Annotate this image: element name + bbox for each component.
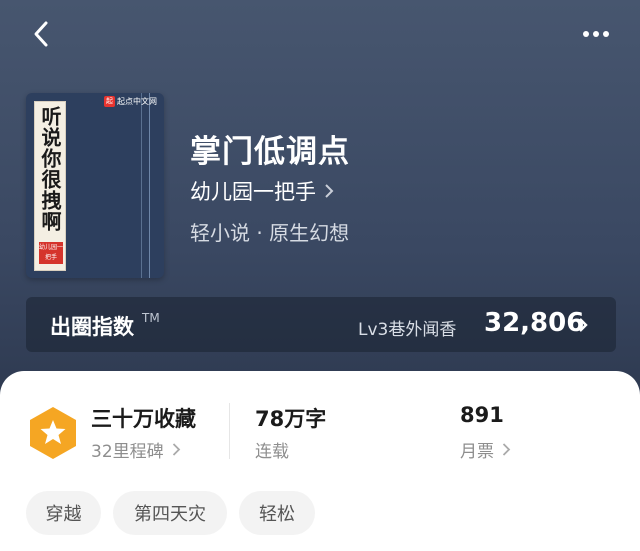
word-count-number: 78 xyxy=(255,407,285,431)
cover-binding-line xyxy=(149,93,150,278)
more-dots-icon xyxy=(583,31,609,37)
more-button[interactable] xyxy=(582,24,614,44)
author-link[interactable]: 幼儿园一把手 xyxy=(190,176,334,206)
serial-status-text: 连载 xyxy=(255,442,289,462)
index-trademark: TM xyxy=(142,311,160,325)
cover-publisher-logo: 起 起点中文网 xyxy=(104,96,157,107)
tag-chip[interactable]: 穿越 xyxy=(26,491,101,535)
monthly-tickets-label: 月票 xyxy=(460,442,494,462)
index-level: Lv3巷外闻香 xyxy=(358,320,457,340)
publisher-logo-icon: 起 xyxy=(104,96,115,107)
star-hexagon-icon xyxy=(30,407,76,459)
word-count-unit: 万字 xyxy=(284,407,327,431)
tag-chip[interactable]: 第四天灾 xyxy=(113,491,227,535)
chevron-right-icon xyxy=(502,443,511,456)
collection-title: 三十万收藏 xyxy=(91,407,196,431)
author-name: 幼儿园一把手 xyxy=(190,180,316,204)
word-count: 78万字 xyxy=(255,403,326,433)
back-button[interactable] xyxy=(28,18,56,50)
top-bar xyxy=(0,0,640,70)
tag-chip[interactable]: 轻松 xyxy=(239,491,315,535)
popularity-index-bar[interactable]: 出圈指数 TM Lv3巷外闻香 32,806 xyxy=(26,297,616,352)
stats-divider xyxy=(229,403,230,459)
collection-milestone: 32里程碑 xyxy=(91,442,164,462)
index-value: 32,806 xyxy=(484,308,585,338)
chevron-left-icon xyxy=(34,21,48,47)
cover-binding-line xyxy=(141,93,142,278)
chevron-right-icon xyxy=(579,318,588,332)
serial-status: 连载 xyxy=(255,437,289,462)
monthly-tickets-link[interactable]: 月票 xyxy=(460,437,511,462)
book-cover[interactable]: 起 起点中文网 听说你很拽啊 幼儿园一把手 xyxy=(26,93,164,278)
index-label: 出圈指数 xyxy=(50,315,134,339)
book-title: 掌门低调点 xyxy=(190,134,350,170)
cover-stamp: 幼儿园一把手 xyxy=(39,242,63,264)
cover-publisher-text: 起点中文网 xyxy=(117,97,157,106)
chevron-right-icon xyxy=(325,184,334,198)
chevron-right-icon xyxy=(172,443,180,456)
collection-milestone-link[interactable]: 32里程碑 xyxy=(91,437,181,462)
monthly-tickets-count: 891 xyxy=(460,403,504,427)
book-genre: 轻小说 · 原生幻想 xyxy=(190,221,350,245)
cover-title-box: 听说你很拽啊 幼儿园一把手 xyxy=(34,101,66,271)
cover-title-text: 听说你很拽啊 xyxy=(38,106,62,232)
